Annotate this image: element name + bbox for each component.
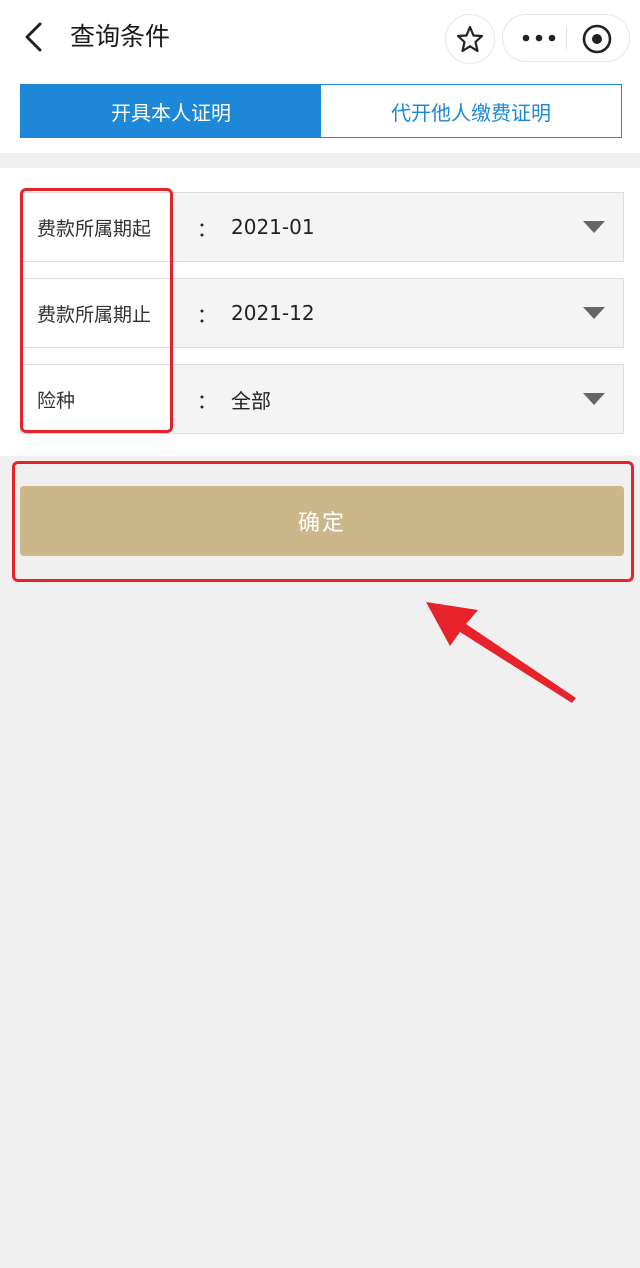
chevron-left-icon[interactable]	[18, 20, 52, 54]
period-end-value-box[interactable]: ： 2021-12	[173, 279, 623, 347]
annotation-box-labels	[20, 188, 173, 433]
target-icon[interactable]	[581, 23, 613, 55]
annotation-box-confirm	[12, 461, 634, 582]
colon: ：	[197, 216, 217, 241]
mini-program-capsule	[502, 14, 630, 62]
period-start-value: 2021-01	[231, 215, 315, 239]
dropdown-arrow-icon[interactable]	[583, 393, 605, 405]
favorite-button[interactable]	[445, 14, 495, 64]
insurance-type-value-box[interactable]: ： 全部	[173, 365, 623, 433]
colon: ：	[197, 302, 217, 327]
page-title: 查询条件	[70, 22, 171, 51]
tab-others-certificate[interactable]: 代开他人缴费证明	[321, 85, 621, 137]
tabs-area: 开具本人证明 代开他人缴费证明	[0, 76, 640, 153]
colon: ：	[197, 388, 217, 413]
dropdown-arrow-icon[interactable]	[583, 221, 605, 233]
period-start-value-box[interactable]: ： 2021-01	[173, 193, 623, 261]
dropdown-arrow-icon[interactable]	[583, 307, 605, 319]
period-end-value: 2021-12	[231, 301, 315, 325]
tab-own-certificate[interactable]: 开具本人证明	[21, 85, 321, 137]
certificate-tabs: 开具本人证明 代开他人缴费证明	[20, 84, 622, 138]
more-dots-icon[interactable]	[521, 27, 557, 49]
capsule-divider	[566, 27, 567, 49]
star-icon	[456, 25, 484, 53]
insurance-type-value: 全部	[231, 388, 271, 413]
navigation-bar: 查询条件	[0, 0, 640, 76]
